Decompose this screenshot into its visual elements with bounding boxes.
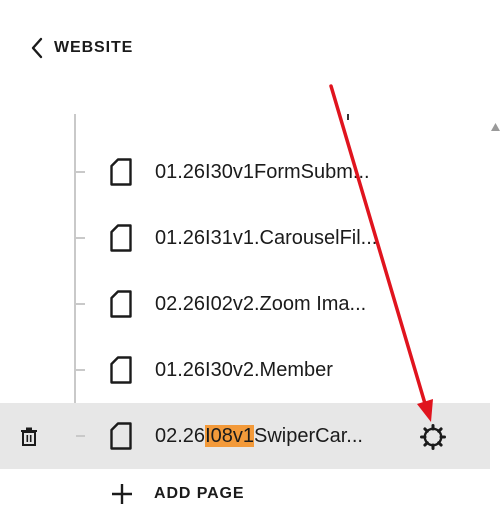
page-row[interactable]: 01.26I30v2.Member	[0, 337, 490, 403]
page-title: 02.26I08v1SwiperCar...	[155, 425, 363, 447]
trash-icon[interactable]	[20, 427, 38, 446]
page-icon	[110, 356, 132, 384]
add-page-label: ADD PAGE	[154, 485, 245, 502]
page-icon	[110, 158, 132, 186]
page-row[interactable]: 01.26I30v1FormSubm...	[0, 139, 490, 205]
page-icon	[110, 290, 132, 318]
page-row[interactable]: 01.26I31v1.CarouselFil...	[0, 205, 490, 271]
page-title: 01.26I30v1FormSubm...	[155, 161, 370, 183]
page-title: 01.26I31v1.CarouselFil...	[155, 227, 378, 249]
page-title: 01.26I30v2.Member	[155, 359, 333, 381]
back-label: WEBSITE	[54, 39, 134, 56]
tree-tick	[76, 171, 85, 173]
page-row-selected[interactable]: 02.26I08v1SwiperCar...	[0, 403, 490, 469]
scrollbar-up-arrow-icon[interactable]	[490, 120, 501, 132]
tree-tick	[76, 435, 85, 437]
page-row-partial[interactable]	[0, 100, 490, 120]
page-icon	[110, 224, 132, 252]
tree-tick	[76, 237, 85, 239]
page-list[interactable]: 01.26I30v1FormSubm... 01.26I31v1.Carouse…	[0, 100, 490, 492]
page-title: 02.26I02v2.Zoom Ima...	[155, 293, 367, 315]
chevron-left-icon	[31, 37, 43, 59]
tree-tick	[76, 369, 85, 371]
page-icon	[110, 422, 132, 450]
plus-icon	[112, 484, 132, 504]
back-to-website-button[interactable]: WEBSITE	[30, 34, 133, 62]
search-highlight: I08v1	[205, 425, 254, 447]
add-page-button[interactable]: ADD PAGE	[110, 478, 244, 510]
page-row[interactable]: 02.26I02v2.Zoom Ima...	[0, 271, 490, 337]
tree-tick	[76, 303, 85, 305]
gear-icon[interactable]	[419, 423, 447, 451]
partial-text-fragment	[347, 114, 349, 120]
